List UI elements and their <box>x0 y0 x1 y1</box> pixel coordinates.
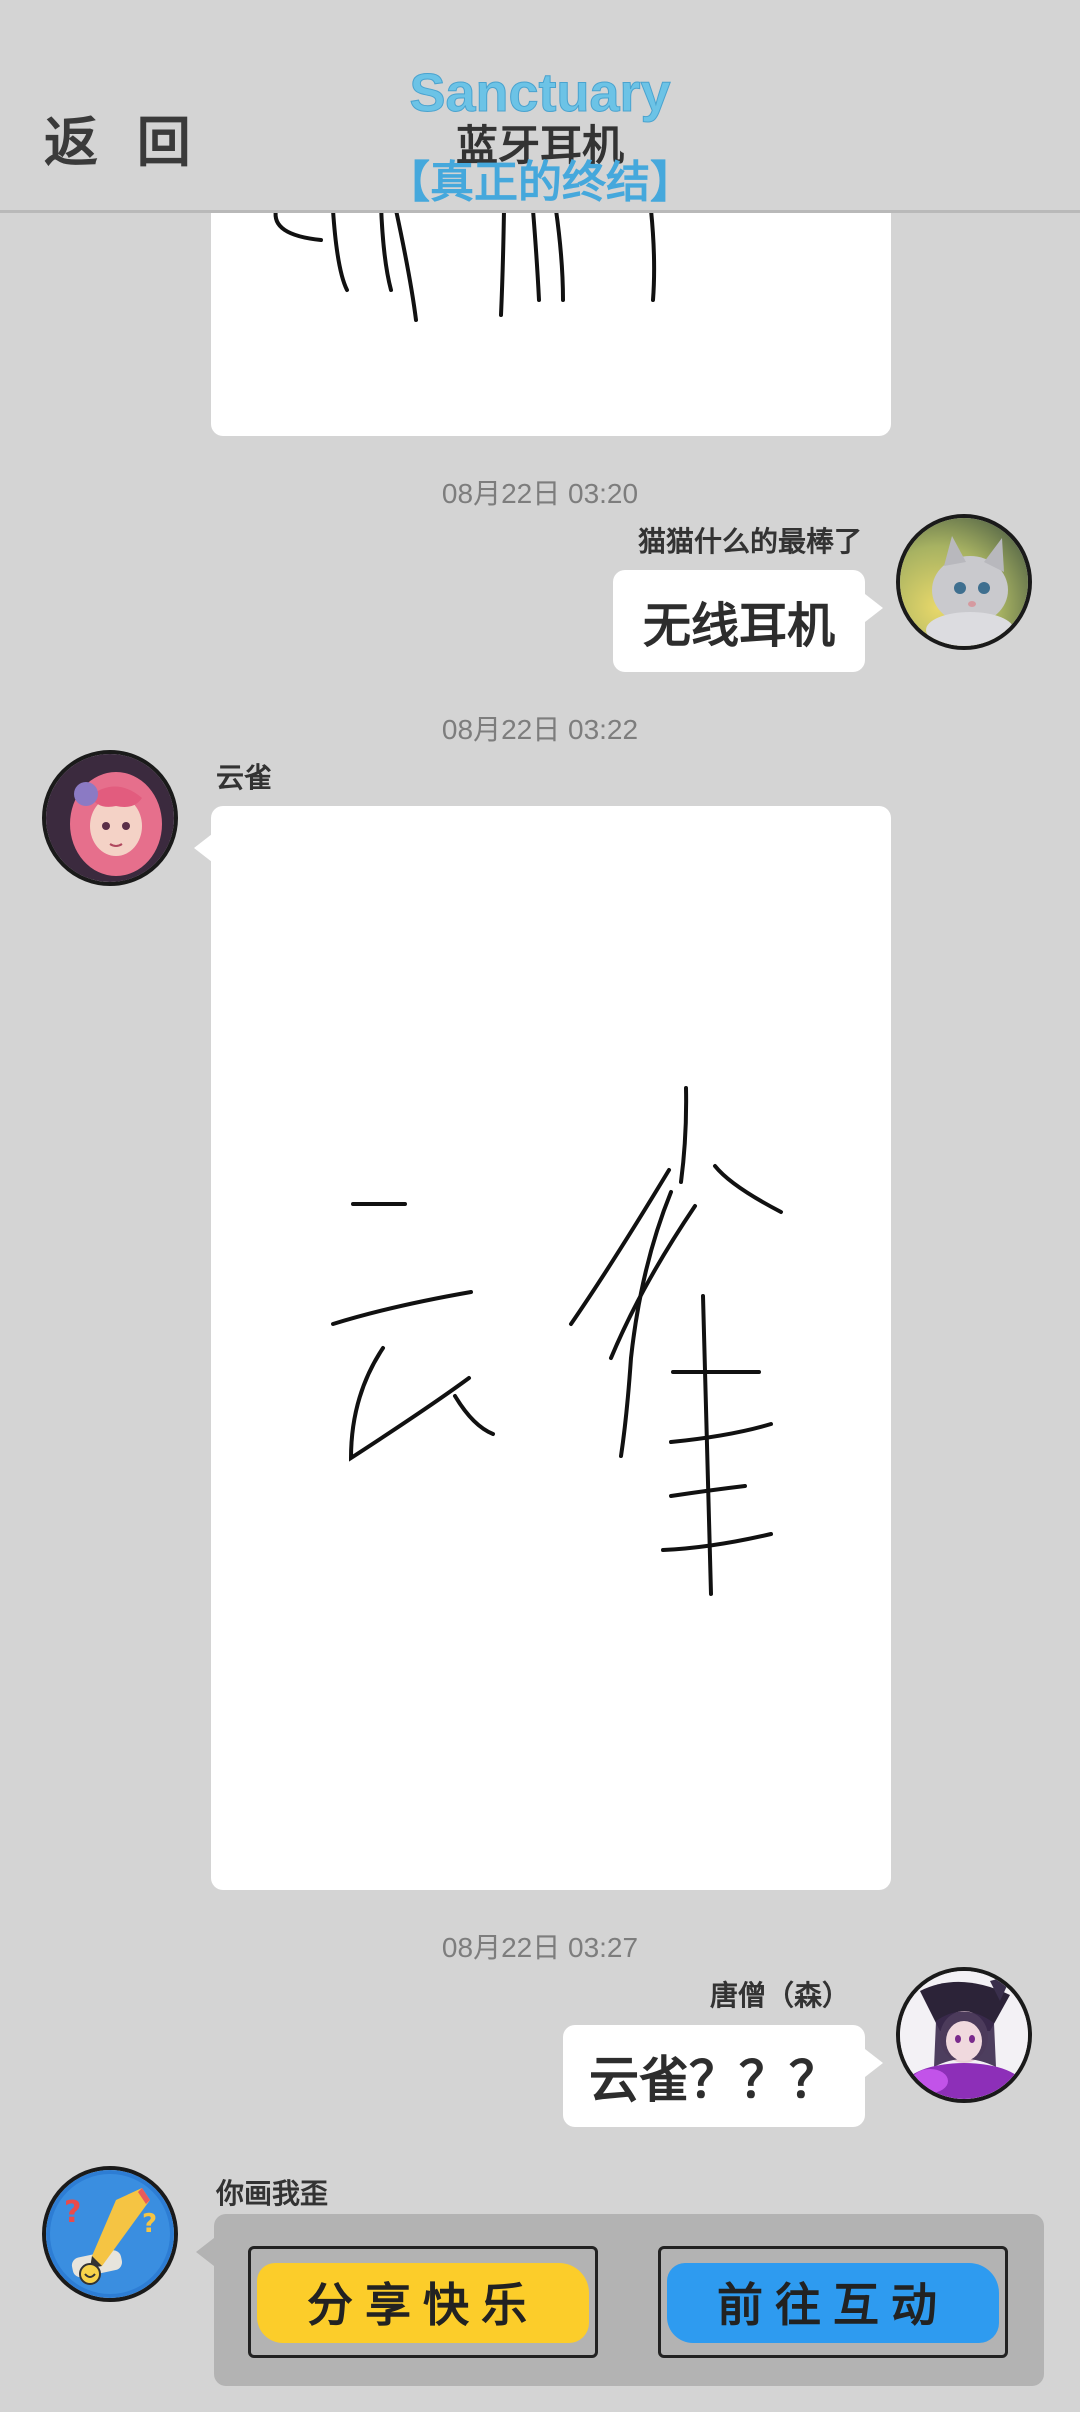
message-bubble[interactable]: 云雀？？？ <box>563 2025 865 2127</box>
share-joy-button[interactable]: 分享快乐 <box>248 2246 598 2358</box>
pencil-game-avatar[interactable]: ? ? <box>42 2166 178 2302</box>
page-subtitle-tag: 【真正的终结】 <box>386 157 694 208</box>
bubble-tail <box>196 2238 214 2266</box>
bubble-tail <box>865 2049 883 2077</box>
sender-name: 猫猫什么的最棒了 <box>637 525 862 558</box>
message-text: 云雀？？？ <box>589 2051 839 2109</box>
svg-text:?: ? <box>142 2209 157 2239</box>
dark-anime-avatar-icon <box>900 1971 1028 2099</box>
cat-avatar-icon <box>900 518 1028 646</box>
message-timestamp: 08月22日 03:22 <box>441 714 639 745</box>
bubble-tail <box>194 834 212 862</box>
sender-name: 你画我歪 <box>216 2177 329 2210</box>
cat-avatar[interactable] <box>896 514 1032 650</box>
app-header: 返 回 Sanctuary 蓝牙耳机 【真正的终结】 <box>0 0 1080 213</box>
svg-text:?: ? <box>64 2195 81 2230</box>
message-bubble[interactable]: 无线耳机 <box>613 570 865 672</box>
anime-girl-avatar-icon <box>46 754 174 882</box>
sender-name: 唐僧（森） <box>709 1979 850 2012</box>
share-button-label: 分享快乐 <box>307 2278 539 2332</box>
pencil-game-avatar-icon: ? ? <box>46 2170 174 2298</box>
bubble-tail <box>865 594 883 622</box>
go-interact-button[interactable]: 前往互动 <box>658 2246 1008 2358</box>
drawing-strokes <box>331 1086 783 1596</box>
dark-anime-avatar[interactable] <box>896 1967 1032 2103</box>
anime-girl-avatar[interactable] <box>42 750 178 886</box>
sender-name: 云雀 <box>216 761 273 794</box>
game-card: 分享快乐 前往互动 <box>214 2214 1044 2386</box>
drawing-canvas[interactable] <box>211 806 891 1890</box>
message-timestamp: 08月22日 03:20 <box>441 478 639 509</box>
message-timestamp: 08月22日 03:27 <box>441 1932 639 1963</box>
message-text: 无线耳机 <box>642 598 835 654</box>
go-button-label: 前往互动 <box>717 2278 949 2332</box>
